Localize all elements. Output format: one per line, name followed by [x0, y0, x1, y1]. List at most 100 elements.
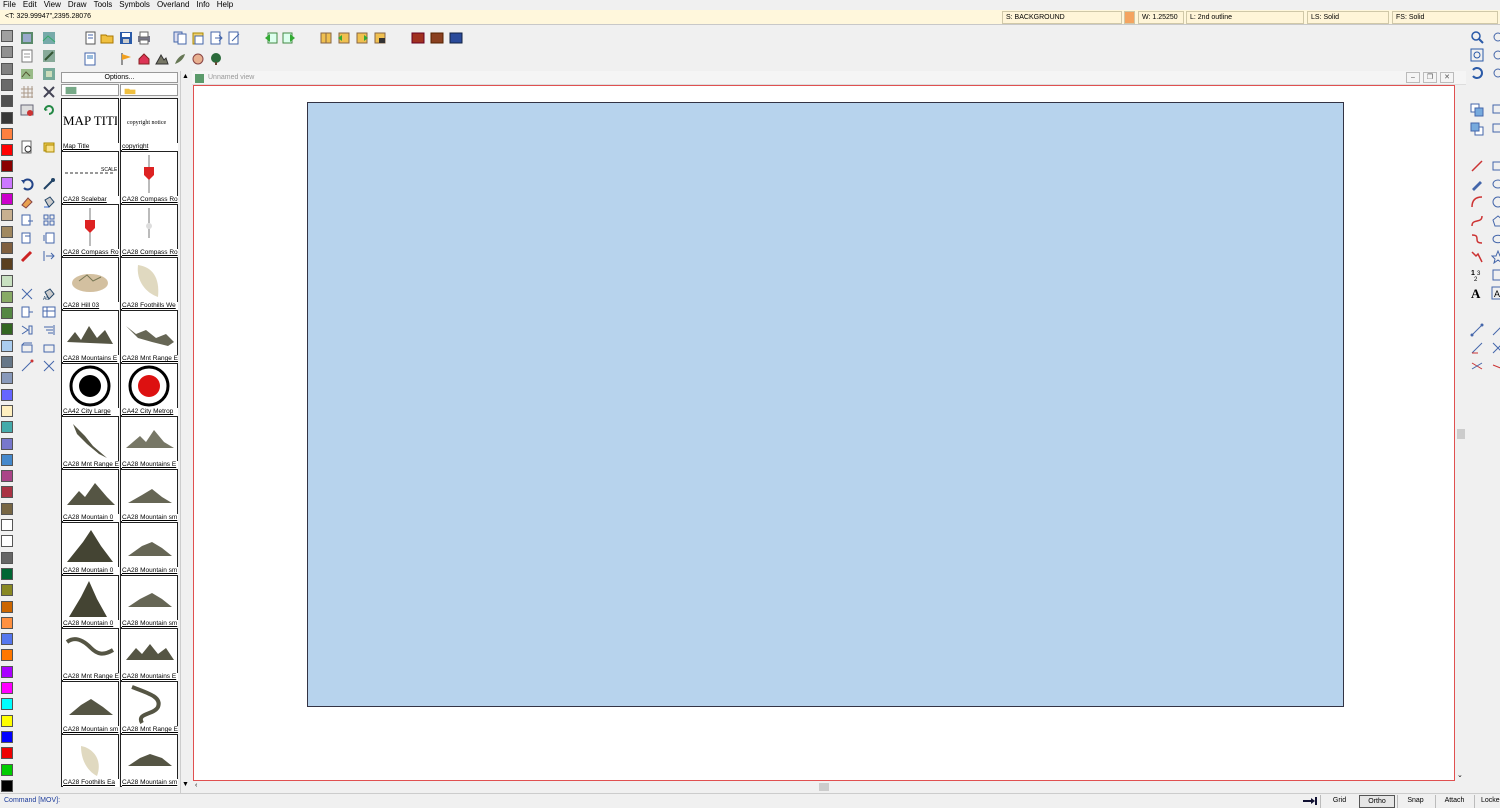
scroll-down-icon[interactable]: ▼ — [182, 781, 189, 788]
polygon-tool-icon[interactable] — [1490, 213, 1500, 229]
menu-item-view[interactable]: View — [41, 0, 65, 9]
dimension-icon[interactable] — [1469, 322, 1485, 338]
map-background[interactable] — [307, 102, 1344, 707]
palette-color-swatch[interactable] — [1, 437, 13, 450]
palette-color-swatch[interactable] — [1, 421, 13, 434]
zoom-out-icon[interactable] — [1490, 65, 1500, 81]
text-fill-icon[interactable]: Ab — [41, 286, 57, 302]
palette-color-swatch[interactable] — [1, 502, 13, 515]
layer-back-icon[interactable] — [1469, 121, 1485, 137]
import-icon[interactable] — [226, 30, 242, 46]
redraw-icon[interactable] — [1469, 65, 1485, 81]
palette-color-swatch[interactable] — [1, 649, 13, 662]
sheet-selector[interactable]: S: BACKGROUND — [1002, 11, 1122, 24]
symbol-tile[interactable]: CA28 Mountains E — [61, 310, 119, 363]
new-map-icon[interactable] — [19, 48, 35, 64]
symbol-catalog-icon[interactable] — [82, 51, 98, 67]
palette-color-swatch[interactable] — [1, 356, 13, 368]
symbol-tile[interactable]: CA42 City Metrop — [120, 363, 178, 416]
tree-icon[interactable] — [208, 51, 224, 67]
zoom-extents-view-icon[interactable] — [1469, 47, 1485, 63]
symbol-tile[interactable]: copyright notice copyright — [120, 98, 178, 151]
symbol-tile[interactable]: CA28 Mnt Range E — [61, 416, 119, 469]
symbol-tile[interactable]: CA28 Mnt Range E — [61, 628, 119, 681]
palette-color-swatch[interactable] — [1, 290, 13, 303]
menu-item-overland[interactable]: Overland — [154, 0, 193, 9]
measure-icon[interactable] — [1469, 340, 1485, 356]
palette-color-swatch[interactable] — [1, 160, 13, 173]
scroll-up-icon[interactable]: ▲ — [182, 73, 189, 80]
properties-icon[interactable] — [19, 102, 35, 118]
ortho-line-icon[interactable] — [1490, 322, 1500, 338]
undo-icon[interactable] — [19, 176, 35, 192]
symbol-tile[interactable]: CA28 Mnt Range E — [120, 681, 178, 734]
view-horizontal-scrollbar[interactable]: ‹ — [192, 781, 1456, 793]
palette-color-swatch[interactable] — [1, 46, 13, 59]
snap-toggle[interactable]: Snap — [1397, 795, 1433, 808]
pan-icon[interactable] — [1490, 29, 1500, 45]
layer-front-icon[interactable] — [1469, 102, 1485, 118]
palette-color-swatch[interactable] — [1, 747, 13, 760]
grid-icon[interactable] — [19, 84, 35, 100]
symbol-tile[interactable]: CA28 Mountain sm — [120, 575, 178, 628]
palette-color-swatch[interactable] — [1, 388, 13, 401]
palette-color-swatch[interactable] — [1, 535, 13, 548]
palette-color-swatch[interactable] — [1, 519, 13, 531]
palette-color-swatch[interactable] — [1, 323, 13, 336]
connect-icon[interactable] — [19, 358, 35, 374]
palette-color-swatch[interactable] — [1, 470, 13, 483]
palette-color-swatch[interactable] — [1, 486, 13, 499]
line-style-selector[interactable]: LS: Solid — [1307, 11, 1389, 24]
locked-toggle[interactable]: Locke — [1474, 795, 1500, 808]
text-tool-icon[interactable]: A — [1469, 285, 1485, 301]
ungroup-icon[interactable] — [1490, 121, 1500, 137]
symbol-tile[interactable]: CA28 Mountain sm — [120, 469, 178, 522]
symbol-tile[interactable]: CA28 Mnt Range E — [120, 310, 178, 363]
menu-item-tools[interactable]: Tools — [91, 0, 117, 9]
drawing-canvas[interactable] — [193, 85, 1455, 781]
symbol-tile[interactable]: CA28 Mountains E — [120, 416, 178, 469]
close-icon[interactable]: ✕ — [1440, 72, 1454, 83]
palette-color-swatch[interactable] — [1, 78, 13, 91]
trim-icon[interactable] — [19, 286, 35, 302]
print-icon[interactable] — [136, 30, 152, 46]
cross-icon[interactable] — [1490, 340, 1500, 356]
scale-icon[interactable] — [41, 212, 57, 228]
zoom-in-icon[interactable] — [1490, 47, 1500, 63]
refresh-icon[interactable] — [41, 102, 57, 118]
attach-toggle[interactable]: Attach — [1435, 795, 1473, 808]
palette-color-swatch[interactable] — [1, 779, 13, 792]
view-vertical-scrollbar[interactable]: ⌄ — [1456, 85, 1466, 781]
pen-red-icon[interactable] — [19, 248, 35, 264]
palette-color-swatch[interactable] — [1, 144, 13, 157]
hand-icon[interactable] — [190, 51, 206, 67]
feather-icon[interactable] — [172, 51, 188, 67]
symbol-tile[interactable]: CA28 Compass Ro — [120, 151, 178, 204]
palette-color-swatch[interactable] — [1, 616, 13, 629]
symbol-tile[interactable]: CA28 Compass Ro — [61, 204, 119, 257]
blue-book-icon[interactable] — [448, 30, 464, 46]
pencil-tool-icon[interactable] — [1469, 176, 1485, 192]
menu-item-file[interactable]: File — [0, 0, 20, 9]
layer-selector[interactable]: L: 2nd outline — [1186, 11, 1304, 24]
symbol-tile[interactable]: CA28 Foothills Ea — [61, 734, 119, 787]
symbol-tile[interactable]: CA28 Mountain 0 — [61, 469, 119, 522]
fill-style-selector[interactable]: FS: Solid — [1392, 11, 1498, 24]
group-icon[interactable] — [1490, 102, 1500, 118]
palette-color-swatch[interactable] — [1, 551, 13, 564]
menu-item-edit[interactable]: Edit — [20, 0, 41, 9]
grid-toggle[interactable]: Grid — [1320, 795, 1358, 808]
text-box-icon[interactable]: A — [1490, 285, 1500, 301]
palette-color-swatch[interactable] — [1, 600, 13, 613]
symbol-tile[interactable]: CA28 Mountain 0 — [61, 522, 119, 575]
vertical-scroll-thumb[interactable] — [1457, 429, 1465, 439]
palette-color-swatch[interactable] — [1, 274, 13, 287]
table-icon[interactable] — [41, 304, 57, 320]
circle-tool-icon[interactable] — [1490, 194, 1500, 210]
palette-color-swatch[interactable] — [1, 698, 13, 711]
frame-tool-icon[interactable] — [1490, 267, 1500, 283]
palette-color-swatch[interactable] — [1, 763, 13, 776]
eyedropper-icon[interactable] — [41, 176, 57, 192]
palette-color-swatch[interactable] — [1, 225, 13, 238]
zoom-window-icon[interactable] — [1469, 29, 1485, 45]
